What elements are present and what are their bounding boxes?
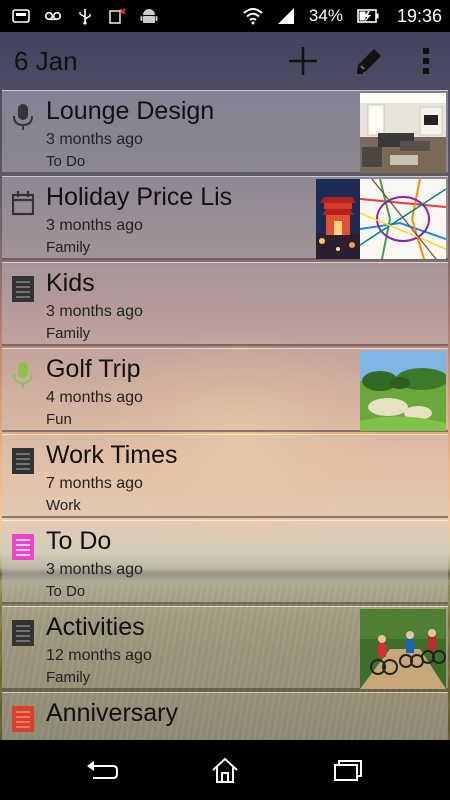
note-title: Lounge Design [46,97,215,125]
note-lines-icon [12,276,34,302]
note-category: To Do [46,583,86,600]
golf-course-photo[interactable] [360,351,446,431]
note-lines-icon [12,706,34,732]
note-category: Family [46,669,91,686]
overflow-menu-icon [423,48,429,74]
note-item[interactable]: Work Times 7 months ago Work [2,434,448,518]
note-time: 3 months ago [46,303,143,320]
add-icon [289,47,317,75]
edit-button[interactable] [350,42,388,80]
status-icons-right: 34% 19:36 [243,6,442,27]
note-title: Holiday Price Lis [46,183,233,211]
note-title: Activities [46,613,145,641]
clock: 19:36 [396,5,442,26]
note-item[interactable]: Lounge Design 3 months ago To Do [2,90,448,174]
note-item[interactable]: To Do 3 months ago To Do [2,520,448,604]
note-title: To Do [46,527,112,555]
wifi-icon [243,8,263,25]
note-title: Anniversary [46,699,178,727]
microphone-icon [13,362,33,388]
note-category: Work [46,497,81,514]
recent-apps-button[interactable] [328,750,368,790]
pen-icon [357,49,381,74]
note-time: 4 months ago [46,389,143,406]
note-item[interactable]: Kids 3 months ago Family [2,262,448,346]
no-signal-icon [109,8,126,24]
tape-icon [44,11,62,21]
navigation-bar [0,740,450,800]
back-button[interactable] [82,750,122,790]
overflow-menu-button[interactable] [416,42,436,80]
note-title: Kids [46,269,95,297]
page-title: 6 Jan [14,45,78,76]
note-title: Work Times [46,441,178,469]
note-item[interactable]: Golf Trip 4 months ago Fun [2,348,448,432]
note-time: 3 months ago [46,561,143,578]
status-bar: 34% 19:36 [0,0,450,32]
note-time: 7 months ago [46,475,143,492]
metro-map-photo[interactable] [360,179,446,259]
home-icon [212,757,238,783]
note-time: 12 months ago [46,647,152,664]
note-lines-icon [12,534,34,560]
android-icon [140,9,158,23]
battery-charging-icon [357,9,379,23]
status-icons-left [12,7,158,25]
note-item[interactable]: Activities 12 months ago Family [2,606,448,690]
note-item[interactable]: Anniversary [2,692,448,740]
voicemail-icon [12,9,30,23]
battery-percent: 34% [308,6,343,25]
note-time: 3 months ago [46,217,143,234]
living-room-photo[interactable] [360,93,446,173]
temple-photo[interactable] [316,179,360,259]
note-category: Fun [46,411,72,428]
note-category: To Do [46,153,86,170]
toolbar-actions [284,42,436,80]
back-icon [86,761,118,779]
usb-icon [79,9,91,25]
action-bar: 6 Jan [0,32,450,90]
note-item[interactable]: Holiday Price Lis 3 months ago Family [2,176,448,260]
note-category: Family [46,325,91,342]
calendar-icon [12,191,34,216]
recent-apps-icon [334,760,363,781]
note-lines-icon [12,448,34,474]
note-title: Golf Trip [46,355,141,383]
notes-list[interactable]: Lounge Design 3 months ago To Do Holiday… [0,90,450,740]
microphone-icon [13,104,33,130]
signal-icon [277,8,294,24]
note-category: Family [46,239,91,256]
note-lines-icon [12,620,34,646]
add-button[interactable] [284,42,322,80]
cyclists-photo[interactable] [360,609,446,689]
home-button[interactable] [205,750,245,790]
note-time: 3 months ago [46,131,143,148]
